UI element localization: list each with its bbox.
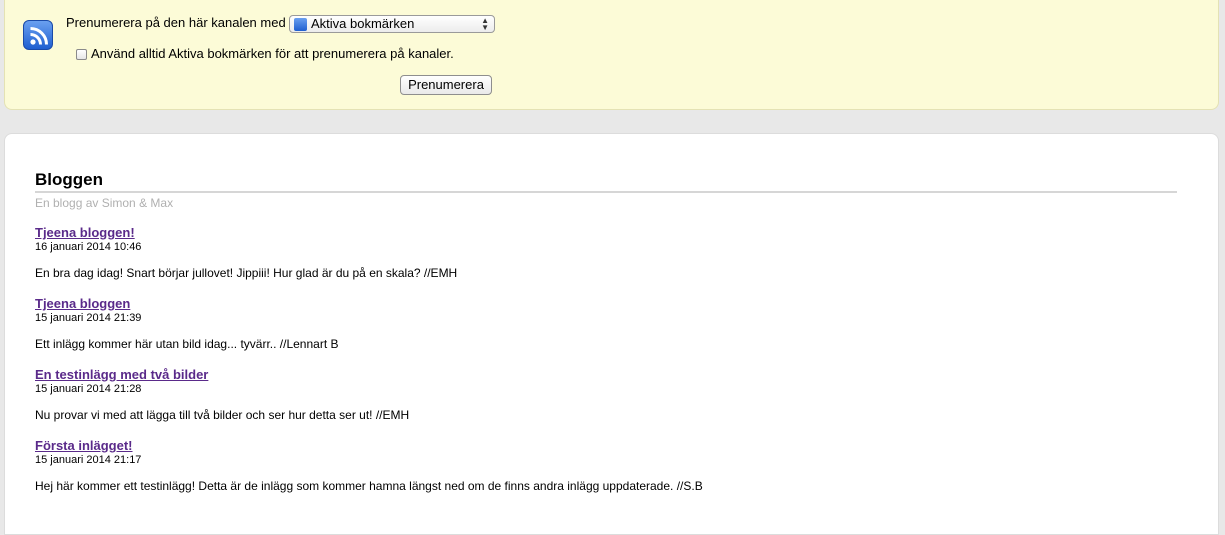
subscribe-label: Prenumerera på den här kanalen med [66, 15, 286, 30]
rss-feed-icon [294, 18, 307, 31]
feed-entry: Första inlägget! 15 januari 2014 21:17 H… [35, 438, 1175, 494]
always-use-label[interactable]: Använd alltid Aktiva bokmärken för att p… [91, 46, 454, 62]
reader-select[interactable]: Aktiva bokmärken ▲ ▼ [289, 15, 495, 33]
entry-title-link[interactable]: Tjeena bloggen! [35, 225, 1175, 240]
entry-title-link[interactable]: Tjeena bloggen [35, 296, 1175, 311]
feed-entry: En testinlägg med två bilder 15 januari … [35, 367, 1175, 423]
entry-body: Nu provar vi med att lägga till två bild… [35, 408, 410, 422]
entry-title-link[interactable]: En testinlägg med två bilder [35, 367, 1175, 382]
updown-arrows-icon: ▲ ▼ [481, 16, 489, 32]
feed-entry: Tjeena bloggen! 16 januari 2014 10:46 En… [35, 225, 1175, 281]
feed-entry: Tjeena bloggen 15 januari 2014 21:39 Ett… [35, 296, 1175, 352]
entry-body: Ett inlägg kommer här utan bild idag... … [35, 337, 339, 351]
entry-title-link[interactable]: Första inlägget! [35, 438, 1175, 453]
entry-date: 15 januari 2014 21:17 [35, 454, 142, 466]
entry-body: En bra dag idag! Snart börjar jullovet! … [35, 266, 458, 280]
reader-select-value: Aktiva bokmärken [311, 16, 415, 31]
feed-title: Bloggen [35, 170, 1177, 193]
subscribe-panel: Prenumerera på den här kanalen med Aktiv… [4, 0, 1219, 110]
entry-date: 15 januari 2014 21:28 [35, 383, 142, 395]
always-use-checkbox[interactable] [76, 49, 87, 60]
subscribe-button[interactable]: Prenumerera [400, 75, 492, 95]
feed-content: Bloggen En blogg av Simon & Max Tjeena b… [4, 133, 1219, 535]
feed-subtitle: En blogg av Simon & Max [35, 196, 174, 210]
entry-date: 15 januari 2014 21:39 [35, 312, 142, 324]
entry-date: 16 januari 2014 10:46 [35, 241, 142, 253]
rss-feed-icon [23, 20, 53, 50]
entry-body: Hej här kommer ett testinlägg! Detta är … [35, 479, 703, 493]
